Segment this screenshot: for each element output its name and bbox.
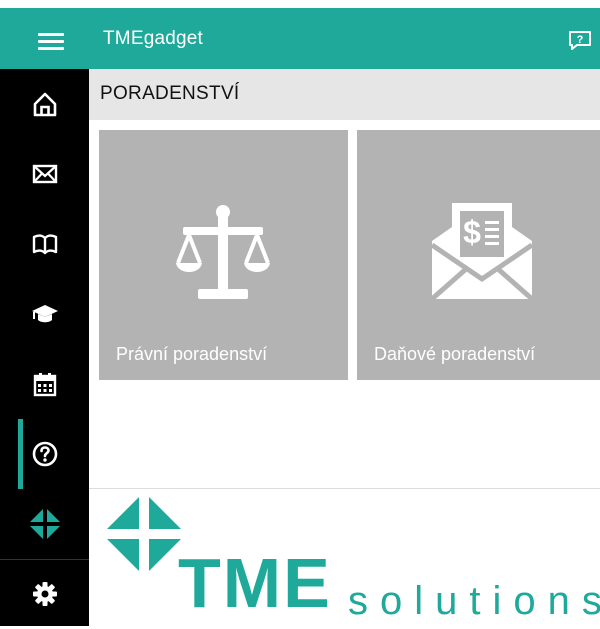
tme-mark-logo-icon <box>107 497 181 571</box>
page-title: PORADENSTVÍ <box>100 83 240 104</box>
sidebar-item-education[interactable] <box>0 279 89 349</box>
tile-tax-advice-label: Daňové poradenství <box>374 344 536 364</box>
tile-legal-advice-label: Právní poradenství <box>116 344 268 364</box>
sidebar-item-book[interactable] <box>0 209 89 279</box>
home-icon <box>33 92 56 117</box>
book-icon <box>32 234 57 255</box>
top-bar: TMEgadget ? <box>0 8 600 69</box>
hamburger-menu-icon[interactable] <box>38 33 64 50</box>
tile-legal-advice[interactable]: Právní poradenství <box>99 130 348 380</box>
footer-divider <box>89 488 600 489</box>
calendar-icon <box>33 373 56 397</box>
graduation-cap-icon <box>31 305 58 323</box>
sidebar-item-home[interactable] <box>0 69 89 139</box>
feedback-chat-icon[interactable]: ? <box>568 30 592 50</box>
sidebar-item-tme-logo[interactable] <box>0 489 89 559</box>
logo-suffix-text: solutions <box>348 579 600 623</box>
svg-text:$: $ <box>463 214 481 250</box>
sidebar-item-mail[interactable] <box>0 139 89 209</box>
sidebar-item-help[interactable] <box>0 419 89 489</box>
sidebar-item-calendar[interactable] <box>0 349 89 419</box>
app-title: TMEgadget <box>103 28 204 49</box>
tile-tax-advice[interactable]: $ Daňové poradenství <box>357 130 600 380</box>
svg-text:?: ? <box>577 34 584 46</box>
tme-solutions-logo: TME solutions <box>105 495 600 626</box>
question-circle-icon <box>32 441 57 467</box>
sidebar-item-settings[interactable] <box>0 559 89 629</box>
scales-icon <box>176 205 270 299</box>
tax-envelope-icon: $ <box>432 203 532 301</box>
envelope-icon <box>32 164 57 184</box>
page-header: PORADENSTVÍ <box>89 69 600 120</box>
logo-brand-text: TME <box>178 544 332 622</box>
gear-icon <box>32 582 57 606</box>
tme-mark-icon <box>29 509 60 539</box>
sidebar <box>0 69 89 626</box>
